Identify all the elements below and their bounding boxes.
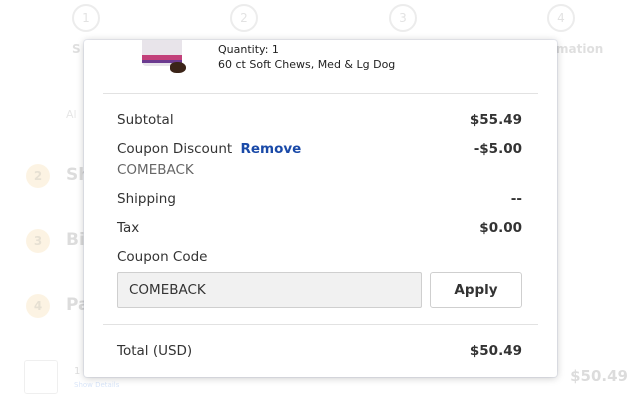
- step-1-circle: 1: [72, 4, 100, 32]
- total-value: $50.49: [469, 343, 522, 359]
- step-2-circle: 2: [230, 4, 258, 32]
- coupon-code-label: Coupon Code: [117, 249, 208, 265]
- applied-coupon-code: COMEBACK: [117, 162, 194, 178]
- section-2-badge: 2: [26, 164, 50, 188]
- subtotal-label: Subtotal: [117, 112, 174, 128]
- coupon-discount-label: Coupon Discount: [117, 141, 233, 157]
- tax-value: $0.00: [479, 220, 522, 236]
- section-4-badge: 4: [26, 294, 50, 318]
- shipping-label: Shipping: [117, 191, 176, 207]
- product-quantity: Quantity: 1: [218, 43, 279, 56]
- order-summary-popover: Quantity: 1 60 ct Soft Chews, Med & Lg D…: [84, 40, 557, 377]
- coupon-discount-value: -$5.00: [473, 141, 522, 157]
- shipping-value: --: [510, 191, 522, 207]
- remove-coupon-link[interactable]: Remove: [240, 141, 301, 157]
- total-label: Total (USD): [117, 343, 193, 359]
- section-3-badge: 3: [26, 229, 50, 253]
- subtotal-value: $55.49: [469, 112, 522, 128]
- background-note: Al: [66, 108, 77, 121]
- item-thumbnail: [24, 360, 58, 394]
- step-3-circle: 3: [389, 4, 417, 32]
- divider: [103, 324, 538, 325]
- step-4-label: mation: [556, 42, 604, 56]
- product-name: 60 ct Soft Chews, Med & Lg Dog: [218, 58, 396, 71]
- apply-coupon-button[interactable]: Apply: [430, 272, 522, 308]
- section-3-label: Bi: [66, 230, 85, 250]
- coupon-code-input[interactable]: [117, 272, 422, 308]
- product-image: [140, 40, 192, 74]
- step-4-circle: 4: [547, 4, 575, 32]
- divider: [103, 93, 538, 94]
- item-quantity: 1: [74, 366, 81, 377]
- step-1-label: S: [72, 42, 81, 56]
- background-total: $50.49: [570, 367, 628, 385]
- show-details-link[interactable]: Show Details: [74, 381, 119, 389]
- coupon-discount-row: Coupon Discount Remove: [117, 141, 301, 157]
- tax-label: Tax: [117, 220, 140, 236]
